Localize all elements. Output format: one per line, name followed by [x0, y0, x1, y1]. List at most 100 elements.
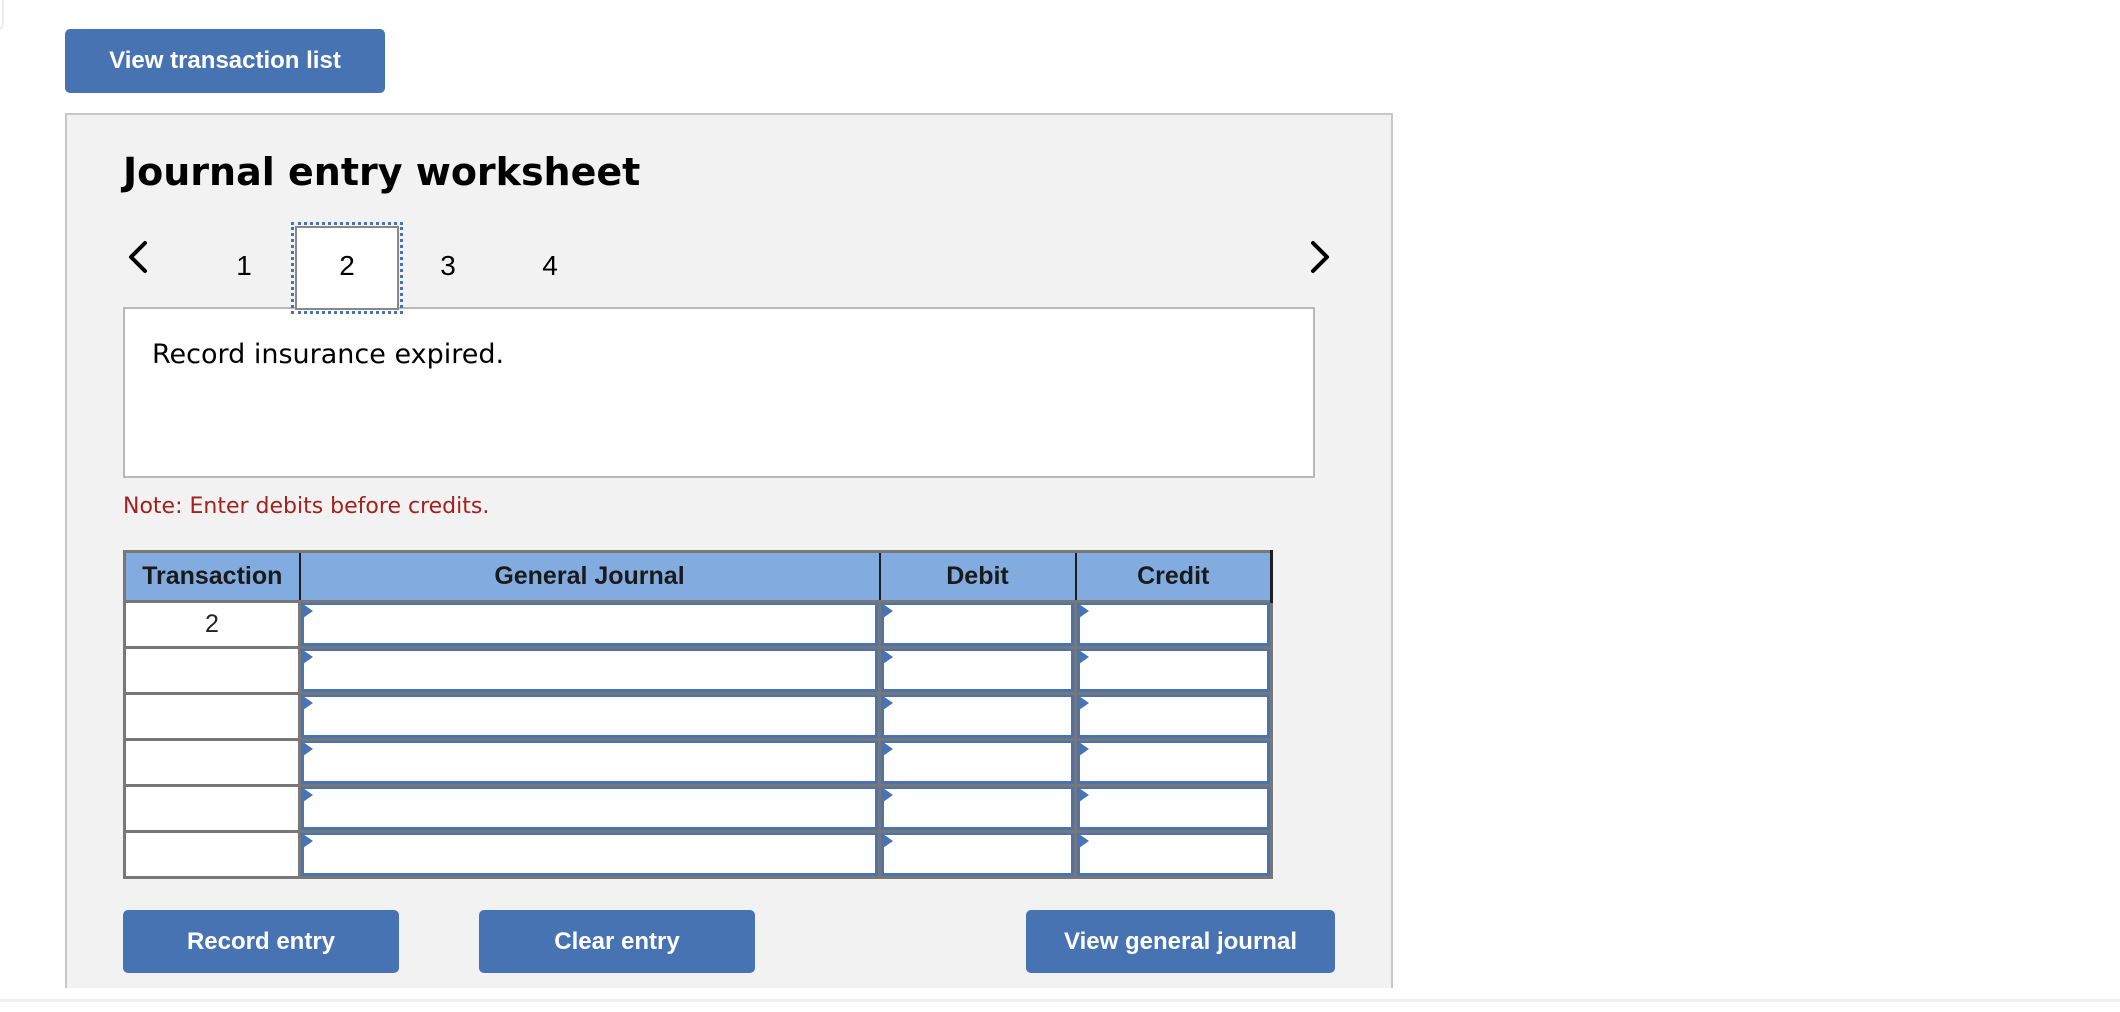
transaction-number-cell	[123, 784, 301, 833]
debit-cell	[878, 784, 1077, 833]
dropdown-indicator-icon	[1079, 696, 1089, 710]
general-journal-account-cell	[298, 600, 881, 649]
credit-input[interactable]	[1080, 789, 1267, 827]
dropdown-indicator-icon	[1079, 788, 1089, 802]
general-journal-account-field	[301, 603, 878, 646]
page-title: Journal entry worksheet	[123, 150, 641, 194]
view-general-journal-button[interactable]: View general journal	[1026, 910, 1335, 973]
general-journal-account-field	[301, 695, 878, 738]
table-row	[123, 646, 1273, 695]
general-journal-account-cell	[298, 830, 881, 879]
tab-2[interactable]: 2	[291, 222, 403, 314]
debit-input[interactable]	[884, 651, 1071, 689]
credit-input[interactable]	[1080, 651, 1267, 689]
debit-cell	[878, 830, 1077, 879]
dropdown-indicator-icon	[303, 650, 313, 664]
header-credit: Credit	[1074, 550, 1273, 603]
dropdown-indicator-icon	[883, 742, 893, 756]
debit-field	[881, 603, 1074, 646]
credit-input[interactable]	[1080, 605, 1267, 643]
tab-3[interactable]: 3	[396, 226, 500, 310]
general-journal-account-input[interactable]	[304, 697, 875, 735]
dropdown-indicator-icon	[303, 604, 313, 618]
credit-cell	[1074, 692, 1273, 741]
debit-input[interactable]	[884, 743, 1071, 781]
journal-entry-table: Transaction General Journal Debit Credit…	[123, 550, 1273, 879]
credit-cell	[1074, 830, 1273, 879]
chevron-left-icon	[129, 241, 147, 273]
general-journal-account-input[interactable]	[304, 651, 875, 689]
header-transaction: Transaction	[123, 550, 301, 603]
credit-field	[1077, 833, 1270, 876]
transaction-number-cell	[123, 830, 301, 879]
debit-input[interactable]	[884, 697, 1071, 735]
debit-field	[881, 787, 1074, 830]
general-journal-account-input[interactable]	[304, 789, 875, 827]
general-journal-account-cell	[298, 646, 881, 695]
debit-input[interactable]	[884, 835, 1071, 873]
dropdown-indicator-icon	[1079, 742, 1089, 756]
view-transaction-list-button[interactable]: View transaction list	[65, 29, 385, 93]
dropdown-indicator-icon	[1079, 834, 1089, 848]
credit-field	[1077, 741, 1270, 784]
debit-input[interactable]	[884, 789, 1071, 827]
tab-4[interactable]: 4	[498, 226, 602, 310]
page-divider	[0, 999, 2120, 1002]
general-journal-account-cell	[298, 784, 881, 833]
credit-input[interactable]	[1080, 697, 1267, 735]
credit-cell	[1074, 738, 1273, 787]
debit-field	[881, 833, 1074, 876]
debit-field	[881, 741, 1074, 784]
dropdown-indicator-icon	[883, 788, 893, 802]
debit-cell	[878, 738, 1077, 787]
header-debit: Debit	[878, 550, 1077, 603]
table-row	[123, 692, 1273, 741]
general-journal-account-field	[301, 649, 878, 692]
general-journal-account-field	[301, 787, 878, 830]
chevron-right-icon	[1311, 241, 1329, 273]
credit-field	[1077, 787, 1270, 830]
debit-input[interactable]	[884, 605, 1071, 643]
clear-entry-button[interactable]: Clear entry	[479, 910, 755, 973]
transaction-number-cell	[123, 738, 301, 787]
credit-field	[1077, 603, 1270, 646]
debit-cell	[878, 692, 1077, 741]
general-journal-account-input[interactable]	[304, 743, 875, 781]
dropdown-indicator-icon	[303, 742, 313, 756]
transaction-description-box: Record insurance expired.	[123, 307, 1315, 478]
tab-1[interactable]: 1	[192, 226, 296, 310]
general-journal-account-input[interactable]	[304, 605, 875, 643]
table-row	[123, 738, 1273, 787]
dropdown-indicator-icon	[883, 696, 893, 710]
credit-field	[1077, 695, 1270, 738]
debit-field	[881, 649, 1074, 692]
credit-cell	[1074, 646, 1273, 695]
dropdown-indicator-icon	[883, 604, 893, 618]
general-journal-account-field	[301, 833, 878, 876]
dropdown-indicator-icon	[303, 788, 313, 802]
next-button[interactable]	[1300, 232, 1340, 282]
general-journal-account-field	[301, 741, 878, 784]
general-journal-account-cell	[298, 738, 881, 787]
debit-cell	[878, 600, 1077, 649]
credit-cell	[1074, 600, 1273, 649]
table-row	[123, 784, 1273, 833]
entry-note: Note: Enter debits before credits.	[123, 494, 490, 519]
header-general-journal: General Journal	[298, 550, 881, 603]
transaction-number-cell	[123, 692, 301, 741]
dropdown-indicator-icon	[1079, 604, 1089, 618]
table-row	[123, 830, 1273, 879]
previous-button[interactable]	[118, 232, 158, 282]
table-row: 2	[123, 600, 1273, 649]
container-edge	[0, 0, 4, 30]
debit-cell	[878, 646, 1077, 695]
credit-field	[1077, 649, 1270, 692]
transaction-description: Record insurance expired.	[152, 339, 505, 370]
credit-input[interactable]	[1080, 835, 1267, 873]
debit-field	[881, 695, 1074, 738]
record-entry-button[interactable]: Record entry	[123, 910, 399, 973]
credit-cell	[1074, 784, 1273, 833]
credit-input[interactable]	[1080, 743, 1267, 781]
general-journal-account-cell	[298, 692, 881, 741]
general-journal-account-input[interactable]	[304, 835, 875, 873]
